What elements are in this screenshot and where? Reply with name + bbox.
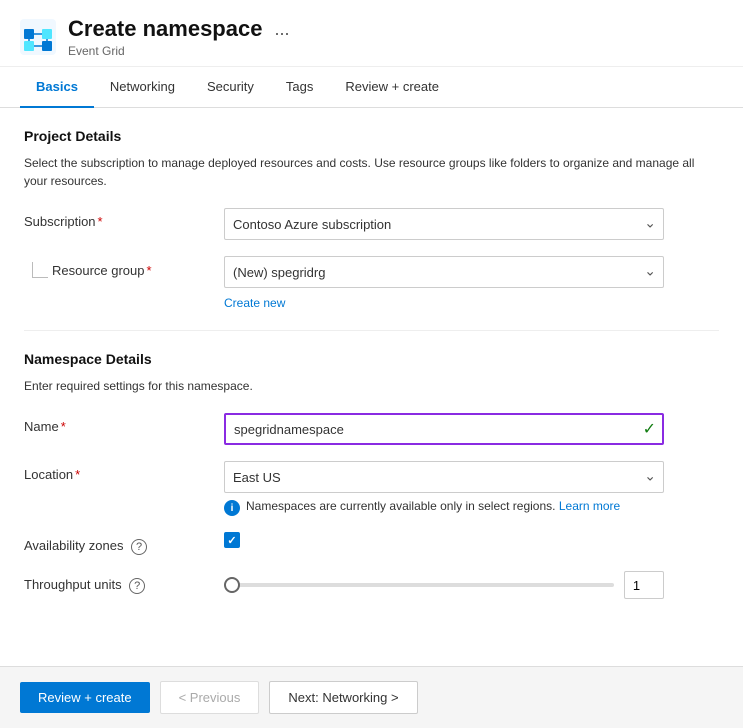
location-info-row: i Namespaces are currently available onl…	[224, 499, 664, 516]
name-input-wrapper: ✓	[224, 413, 664, 445]
section-divider	[24, 330, 719, 331]
project-details-title: Project Details	[24, 128, 719, 144]
name-control: ✓	[224, 413, 664, 445]
page-title: Create namespace ...	[68, 16, 293, 42]
learn-more-link[interactable]: Learn more	[559, 499, 620, 513]
page-subtitle: Event Grid	[68, 44, 293, 58]
throughput-slider-row	[224, 571, 664, 599]
name-input[interactable]	[224, 413, 664, 445]
throughput-units-row: Throughput units ?	[24, 571, 719, 599]
subscription-select[interactable]: Contoso Azure subscription	[224, 208, 664, 240]
availability-zones-checkbox-wrapper	[224, 532, 664, 548]
tabs-bar: Basics Networking Security Tags Review +…	[0, 67, 743, 108]
availability-zones-row: Availability zones ?	[24, 532, 719, 555]
create-new-link[interactable]: Create new	[224, 296, 285, 310]
subscription-label: Subscription*	[24, 208, 224, 229]
availability-zones-checkbox[interactable]	[224, 532, 240, 548]
location-info-text: Namespaces are currently available only …	[246, 499, 620, 513]
namespace-details-title: Namespace Details	[24, 351, 719, 367]
name-valid-icon: ✓	[643, 419, 656, 439]
resource-group-select-wrapper[interactable]: (New) spegridrg	[224, 256, 664, 288]
resource-group-control: (New) spegridrg	[224, 256, 664, 288]
previous-button[interactable]: < Previous	[160, 681, 260, 714]
availability-zones-help-icon[interactable]: ?	[131, 539, 147, 555]
location-label: Location*	[24, 461, 224, 482]
next-button[interactable]: Next: Networking >	[269, 681, 417, 714]
location-select[interactable]: East US	[224, 461, 664, 493]
throughput-units-control	[224, 571, 664, 599]
subscription-control: Contoso Azure subscription	[224, 208, 664, 240]
event-grid-icon	[20, 19, 56, 55]
location-control: East US i Namespaces are currently avail…	[224, 461, 664, 516]
throughput-units-label: Throughput units ?	[24, 571, 224, 594]
throughput-slider-thumb[interactable]	[224, 577, 240, 593]
header-text-group: Create namespace ... Event Grid	[68, 16, 293, 58]
resource-group-label-area: Resource group*	[24, 256, 224, 278]
location-select-wrapper[interactable]: East US	[224, 461, 664, 493]
title-text: Create namespace	[68, 16, 262, 42]
main-content: Project Details Select the subscription …	[0, 108, 743, 635]
availability-zones-control	[224, 532, 664, 548]
name-row: Name* ✓	[24, 413, 719, 445]
resource-group-select[interactable]: (New) spegridrg	[224, 256, 664, 288]
subscription-select-wrapper[interactable]: Contoso Azure subscription	[224, 208, 664, 240]
tab-tags[interactable]: Tags	[270, 67, 329, 108]
tab-review-create[interactable]: Review + create	[329, 67, 455, 108]
name-label: Name*	[24, 413, 224, 434]
namespace-details-desc: Enter required settings for this namespa…	[24, 377, 719, 395]
ellipsis-button[interactable]: ...	[270, 19, 293, 40]
availability-zones-label: Availability zones ?	[24, 532, 224, 555]
footer-bar: Review + create < Previous Next: Network…	[0, 666, 743, 728]
tab-basics[interactable]: Basics	[20, 67, 94, 108]
resource-group-row: Resource group* (New) spegridrg	[24, 256, 719, 288]
location-row: Location* East US i Namespaces are curre…	[24, 461, 719, 516]
review-create-button[interactable]: Review + create	[20, 682, 150, 713]
tab-security[interactable]: Security	[191, 67, 270, 108]
page-header: Create namespace ... Event Grid	[0, 0, 743, 67]
throughput-units-help-icon[interactable]: ?	[129, 578, 145, 594]
resource-group-label: Resource group*	[52, 263, 152, 278]
project-details-desc: Select the subscription to manage deploy…	[24, 154, 719, 190]
throughput-slider-track[interactable]	[224, 583, 614, 587]
subscription-row: Subscription* Contoso Azure subscription	[24, 208, 719, 240]
rg-indent-line	[32, 262, 48, 278]
tab-networking[interactable]: Networking	[94, 67, 191, 108]
info-icon: i	[224, 500, 240, 516]
throughput-value-input[interactable]	[624, 571, 664, 599]
